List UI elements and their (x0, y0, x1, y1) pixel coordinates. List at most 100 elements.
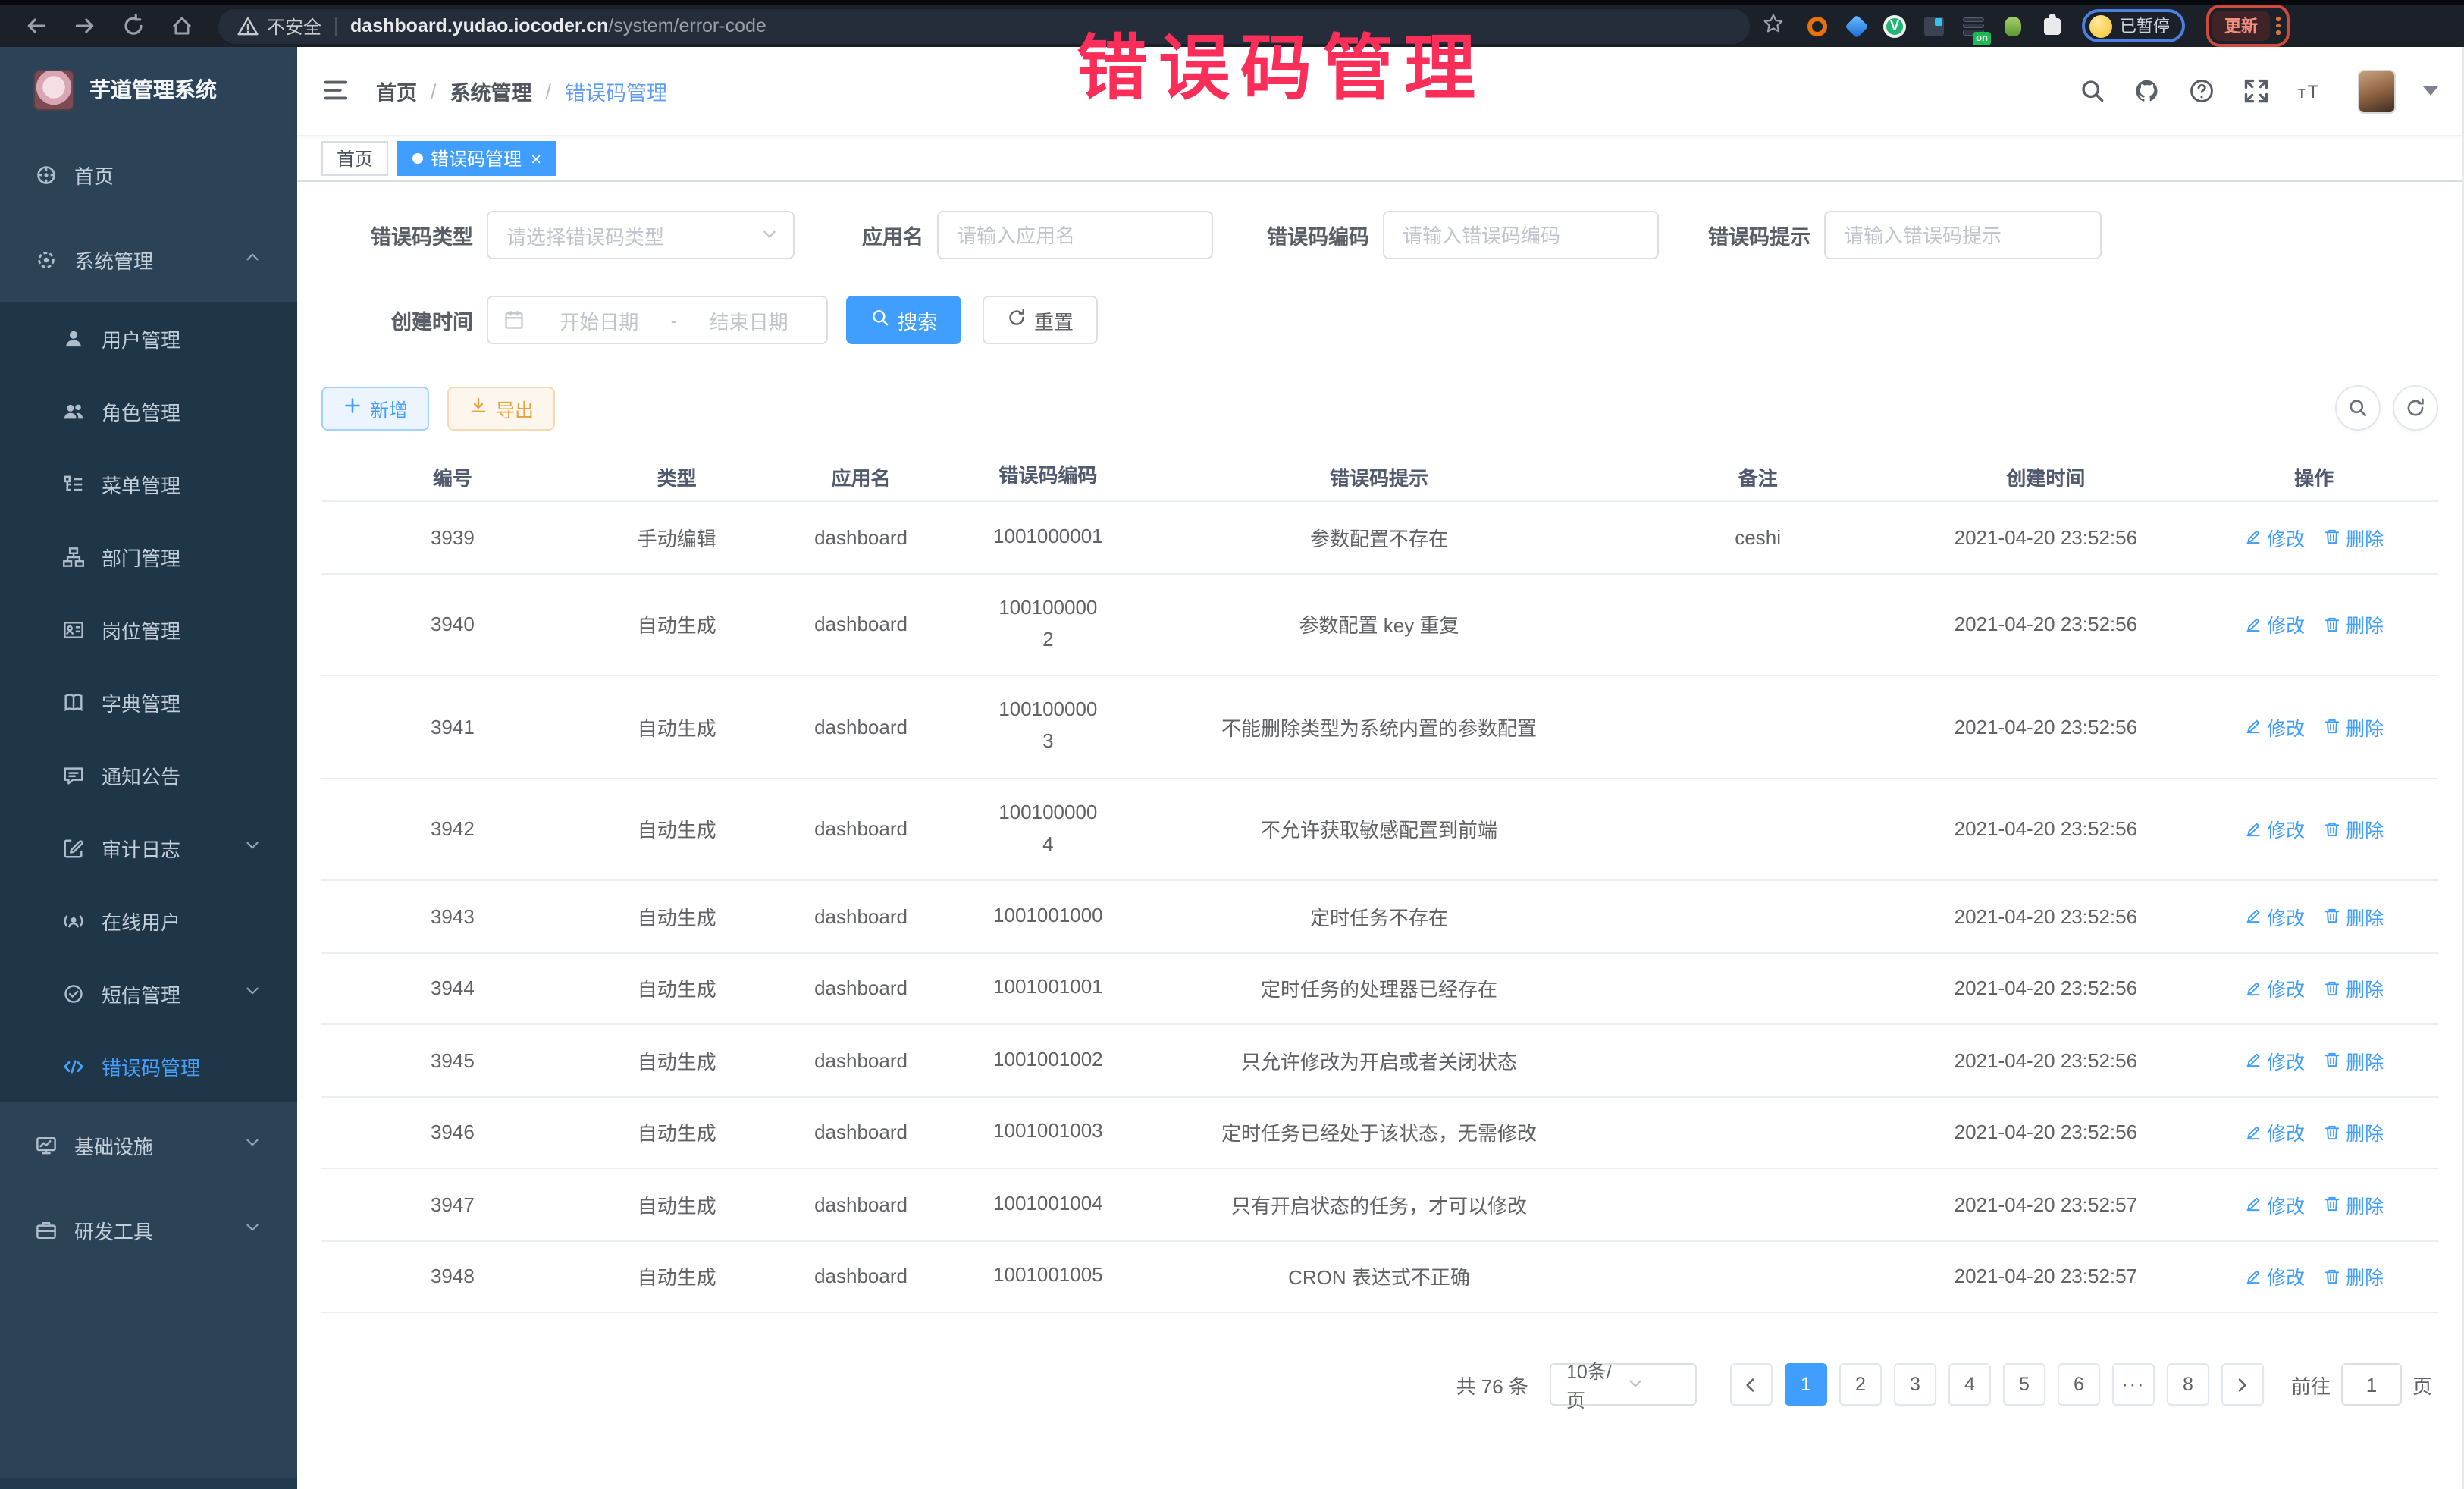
sidebar-item[interactable]: 在线用户 (0, 884, 297, 957)
edit-link[interactable]: 修改 (2244, 902, 2305, 931)
error-type-select[interactable]: 请选择错误码类型 (487, 211, 795, 259)
sidebar-item[interactable]: 基础设施 (0, 1102, 297, 1187)
font-size-icon[interactable]: TT (2294, 74, 2328, 108)
delete-link[interactable]: 删除 (2323, 1118, 2384, 1147)
app-logo-row[interactable]: 芋道管理系统 (0, 47, 297, 132)
extension-grid-icon[interactable] (1921, 14, 1945, 38)
add-button[interactable]: 新增 (321, 386, 429, 430)
edit-link[interactable]: 修改 (2244, 1190, 2305, 1219)
page-button[interactable]: 3 (1894, 1363, 1936, 1406)
help-icon[interactable] (2185, 74, 2218, 108)
row-app: dashboard (770, 818, 952, 841)
delete-link[interactable]: 删除 (2323, 1046, 2384, 1075)
avatar-caret-icon[interactable] (2423, 86, 2438, 96)
extension-list-icon[interactable]: on (1961, 14, 1985, 38)
back-icon[interactable] (21, 11, 52, 41)
sidebar-item[interactable]: 系统管理 (0, 217, 297, 302)
sidebar-item[interactable]: 错误码管理 (0, 1030, 297, 1102)
sidebar-item[interactable]: 岗位管理 (0, 593, 297, 666)
date-range-picker[interactable]: 开始日期 - 结束日期 (487, 296, 828, 344)
row-app: dashboard (770, 1265, 952, 1288)
bookmark-star-icon[interactable] (1762, 12, 1789, 39)
page-button[interactable]: 1 (1785, 1363, 1827, 1406)
pager-ellipsis[interactable]: ··· (2112, 1363, 2155, 1406)
breadcrumb-system[interactable]: 系统管理 (450, 76, 532, 106)
sidebar-item[interactable]: 审计日志 (0, 811, 297, 884)
edit-link[interactable]: 修改 (2244, 974, 2305, 1003)
user-avatar[interactable] (2358, 69, 2396, 113)
prev-page-button[interactable] (1730, 1363, 1773, 1406)
sidebar-item[interactable]: 字典管理 (0, 666, 297, 738)
delete-link[interactable]: 删除 (2323, 713, 2384, 741)
sidebar-item[interactable]: 角色管理 (0, 375, 297, 447)
app-name-input[interactable] (937, 211, 1213, 259)
browser-profile-chip[interactable]: 已暂停 (2082, 9, 2185, 42)
extension-orange-icon[interactable] (1804, 14, 1829, 38)
sidebar-item[interactable]: 短信管理 (0, 957, 297, 1030)
edit-link[interactable]: 修改 (2244, 1046, 2305, 1075)
column-header: 错误码提示 (1144, 462, 1614, 491)
error-msg-input[interactable] (1824, 211, 2102, 259)
delete-link[interactable]: 删除 (2323, 815, 2384, 844)
delete-link[interactable]: 删除 (2323, 1262, 2384, 1291)
extensions-puzzle-icon[interactable] (2039, 14, 2064, 38)
delete-link[interactable]: 删除 (2323, 523, 2384, 552)
extension-gem-icon[interactable] (1844, 14, 1868, 38)
row-type: 自动生成 (584, 713, 770, 741)
tab-error-code[interactable]: 错误码管理 × (397, 141, 556, 176)
tab-home[interactable]: 首页 (321, 141, 388, 176)
reset-button[interactable]: 重置 (983, 296, 1098, 344)
update-button[interactable]: 更新 (2212, 11, 2270, 41)
delete-link[interactable]: 删除 (2323, 1190, 2384, 1219)
breadcrumb-home[interactable]: 首页 (376, 76, 417, 106)
refresh-table-button[interactable] (2393, 385, 2438, 431)
delete-link[interactable]: 删除 (2323, 902, 2384, 931)
next-page-button[interactable] (2221, 1363, 2264, 1406)
sidebar-item[interactable]: 菜单管理 (0, 447, 297, 520)
extension-key-icon[interactable] (2000, 14, 2024, 38)
delete-link[interactable]: 删除 (2323, 974, 2384, 1003)
forward-icon[interactable] (70, 11, 100, 41)
sidebar-item[interactable]: 研发工具 (0, 1187, 297, 1272)
sidebar-item[interactable]: 部门管理 (0, 520, 297, 593)
page-button[interactable]: 2 (1839, 1363, 1882, 1406)
row-actions: 修改删除 (2190, 902, 2438, 931)
row-code: 1001001002 (951, 1045, 1144, 1077)
toggle-search-button[interactable] (2335, 385, 2381, 431)
page-button[interactable]: 8 (2167, 1363, 2209, 1406)
table-row: 3947自动生成dashboard1001001004只有开启状态的任务，才可以… (321, 1169, 2438, 1241)
error-code-input[interactable] (1383, 211, 1659, 259)
edit-link[interactable]: 修改 (2244, 1118, 2305, 1147)
page-size-select[interactable]: 10条/页 (1550, 1363, 1697, 1406)
page-button[interactable]: 4 (1948, 1363, 1991, 1406)
fullscreen-icon[interactable] (2240, 74, 2273, 108)
search-icon[interactable] (2076, 74, 2109, 108)
close-tab-icon[interactable]: × (531, 149, 541, 168)
edit-link[interactable]: 修改 (2244, 1262, 2305, 1291)
edit-link[interactable]: 修改 (2244, 713, 2305, 741)
search-button[interactable]: 搜索 (846, 296, 961, 344)
edit-link[interactable]: 修改 (2244, 815, 2305, 844)
edit-link[interactable]: 修改 (2244, 610, 2305, 639)
extension-vue-icon[interactable]: V (1883, 14, 1906, 37)
browser-menu-icon[interactable] (2276, 17, 2283, 35)
end-date-placeholder: 结束日期 (686, 306, 811, 334)
filter-app-label: 应用名 (795, 220, 937, 250)
page-button[interactable]: 5 (2003, 1363, 2045, 1406)
table-body: 3939手动编辑dashboard1001000001参数配置不存在ceshi2… (321, 502, 2438, 1313)
github-icon[interactable] (2130, 74, 2164, 108)
edit-link[interactable]: 修改 (2244, 523, 2305, 552)
sidebar-item[interactable]: 用户管理 (0, 302, 297, 375)
sidebar-item[interactable]: 通知公告 (0, 738, 297, 811)
home-icon[interactable] (167, 11, 197, 41)
row-id: 3942 (321, 818, 584, 841)
url-bar[interactable]: 不安全 dashboard.yudao.iocoder.cn/system/er… (218, 8, 1750, 43)
goto-page-input[interactable] (2341, 1363, 2402, 1406)
delete-link[interactable]: 删除 (2323, 610, 2384, 639)
reload-icon[interactable] (118, 11, 149, 41)
hamburger-icon[interactable] (321, 76, 352, 106)
sidebar-item[interactable]: 首页 (0, 132, 297, 217)
svg-text:T: T (2298, 87, 2306, 101)
page-button[interactable]: 6 (2058, 1363, 2100, 1406)
export-button[interactable]: 导出 (447, 386, 555, 430)
